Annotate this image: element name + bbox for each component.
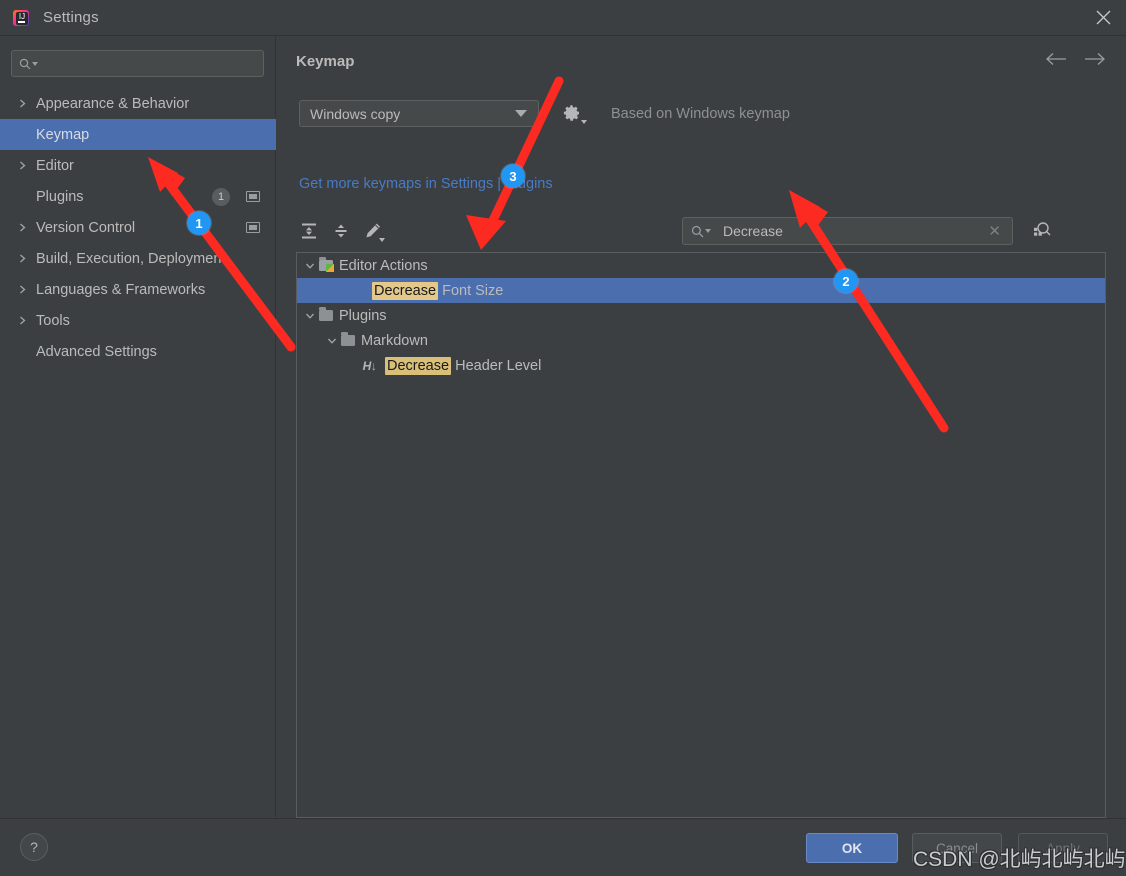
sidebar-item-label: Keymap [36, 126, 90, 143]
gear-icon[interactable] [563, 104, 587, 124]
settings-dialog: IJ Settings Appearance & Behavior Keymap… [0, 0, 1126, 876]
tree-row-decrease-font-size[interactable]: Decrease Font Size [297, 278, 1105, 303]
tree-row-label-rest: Font Size [438, 282, 504, 299]
forward-arrow-icon[interactable] [1084, 52, 1106, 66]
folder-icon [339, 332, 356, 346]
sidebar-item-build-execution-deployment[interactable]: Build, Execution, Deployment [0, 243, 276, 274]
chevron-right-icon [18, 285, 32, 294]
sidebar-item-label: Appearance & Behavior [36, 95, 190, 112]
sidebar-list: Appearance & Behavior Keymap Editor Plug… [0, 88, 276, 367]
tree-row-label: Plugins [339, 307, 387, 324]
clear-search-icon[interactable]: ✕ [988, 224, 1001, 239]
csdn-watermark: CSDN @北屿北屿北屿 [913, 848, 1126, 871]
chevron-down-icon[interactable] [303, 261, 317, 271]
back-arrow-icon[interactable] [1045, 52, 1067, 66]
intellij-idea-icon: IJ [12, 9, 30, 27]
page-title: Keymap [296, 53, 355, 70]
edit-pencil-icon[interactable] [360, 218, 386, 244]
sidebar-item-editor[interactable]: Editor [0, 150, 276, 181]
keymap-panel: Keymap Windows copy Based on Windows key… [277, 36, 1126, 818]
sidebar-item-advanced-settings[interactable]: Advanced Settings [0, 336, 276, 367]
find-action-input[interactable] [721, 222, 961, 240]
title-bar: IJ Settings [0, 0, 1126, 36]
help-button[interactable]: ? [20, 833, 48, 861]
chevron-right-icon [18, 161, 32, 170]
navigation-arrows [1045, 52, 1106, 66]
sidebar-item-label: Advanced Settings [36, 343, 157, 360]
chevron-right-icon [18, 254, 32, 263]
sidebar-item-label: Plugins [36, 188, 84, 205]
ok-button[interactable]: OK [806, 833, 898, 863]
editor-actions-folder-icon [317, 257, 334, 271]
panel-window-icon[interactable] [246, 222, 260, 233]
window-title: Settings [43, 9, 99, 26]
settings-sidebar: Appearance & Behavior Keymap Editor Plug… [0, 36, 276, 817]
find-action-box[interactable]: ✕ [682, 217, 1013, 245]
tree-row-plugins[interactable]: Plugins [297, 303, 1105, 328]
match-highlight: Decrease [385, 356, 452, 375]
folder-icon [317, 307, 334, 321]
annotation-badge-2: 2 [834, 269, 858, 293]
sidebar-item-label: Build, Execution, Deployment [36, 250, 226, 267]
keymap-select[interactable]: Windows copy [299, 100, 539, 127]
sidebar-search-box[interactable] [11, 50, 264, 77]
tree-row-label-rest: Header Level [451, 357, 542, 374]
based-on-label: Based on Windows keymap [611, 105, 790, 122]
sidebar-item-label: Languages & Frameworks [36, 281, 206, 298]
close-icon[interactable] [1080, 0, 1126, 35]
chevron-down-icon[interactable] [303, 311, 317, 321]
plugins-update-badge: 1 [212, 187, 230, 206]
sidebar-item-keymap[interactable]: Keymap [0, 119, 276, 150]
tree-row-markdown[interactable]: Markdown [297, 328, 1105, 353]
keymap-selector-row: Windows copy Based on Windows keymap [299, 100, 790, 127]
sidebar-item-label: Version Control [36, 219, 136, 236]
tree-row-decrease-header-level[interactable]: H↓ Decrease Header Level [297, 353, 1105, 378]
chevron-right-icon [18, 316, 32, 325]
match-highlight: Decrease [372, 281, 439, 300]
annotation-badge-3: 3 [501, 164, 525, 188]
expand-all-icon[interactable] [296, 218, 322, 244]
tree-row-label: Decrease Header Level [385, 356, 542, 375]
panel-window-icon[interactable] [246, 191, 260, 202]
chevron-down-icon [515, 110, 527, 117]
sidebar-item-languages-frameworks[interactable]: Languages & Frameworks [0, 274, 276, 305]
find-by-shortcut-icon[interactable] [1031, 219, 1055, 243]
sidebar-item-version-control[interactable]: Version Control [0, 212, 276, 243]
keymap-tree: Editor Actions Decrease Font Size Plugin… [296, 252, 1106, 818]
sidebar-search-input[interactable] [44, 55, 234, 72]
chevron-right-icon [18, 223, 32, 232]
sidebar-item-plugins[interactable]: Plugins 1 [0, 181, 276, 212]
search-icon [691, 225, 711, 238]
tree-row-editor-actions[interactable]: Editor Actions [297, 253, 1105, 278]
collapse-all-icon[interactable] [328, 218, 354, 244]
header-decrease-icon: H↓ [362, 358, 377, 373]
search-icon [19, 58, 38, 70]
tree-row-label: Decrease Font Size [372, 281, 504, 300]
chevron-right-icon [18, 99, 32, 108]
sidebar-item-label: Tools [36, 312, 70, 329]
tree-row-label: Markdown [361, 332, 428, 349]
sidebar-item-tools[interactable]: Tools [0, 305, 276, 336]
keymap-toolbar: ✕ [296, 216, 1106, 252]
chevron-down-icon[interactable] [325, 336, 339, 346]
keymap-select-value: Windows copy [310, 105, 401, 122]
sidebar-item-appearance-behavior[interactable]: Appearance & Behavior [0, 88, 276, 119]
tree-row-label: Editor Actions [339, 257, 428, 274]
annotation-badge-1: 1 [187, 211, 211, 235]
sidebar-item-label: Editor [36, 157, 74, 174]
